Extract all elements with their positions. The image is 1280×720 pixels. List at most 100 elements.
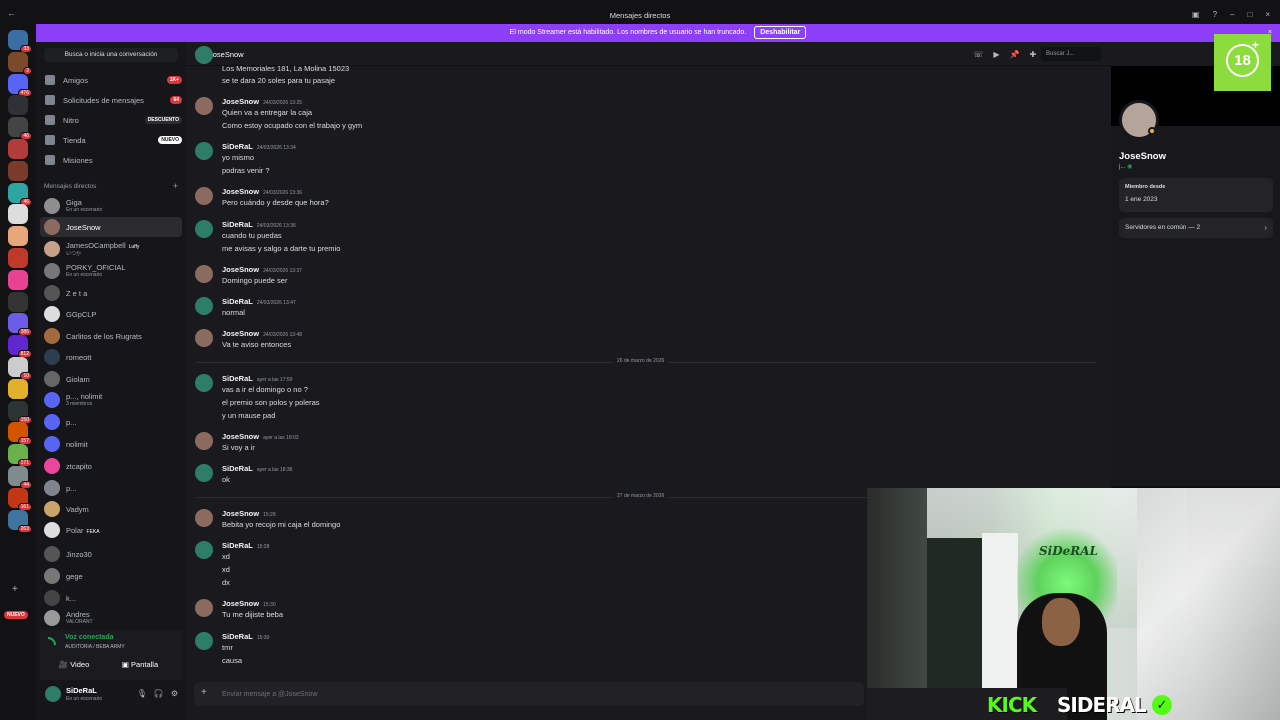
dm-item[interactable]: k... (40, 588, 182, 608)
server-icon[interactable]: 171 (8, 444, 32, 468)
search-input[interactable]: Buscar J... (1041, 47, 1101, 61)
screen-share-button[interactable]: ▣ Pantalla (110, 657, 170, 673)
dm-item[interactable]: GGpCLP (40, 304, 182, 324)
avatar[interactable] (195, 374, 213, 392)
message-author[interactable]: JoseSnow 24/03/2026 13:37 (222, 265, 302, 274)
add-attachment-icon[interactable]: + (201, 687, 207, 698)
dm-item[interactable]: JoseSnow (40, 217, 182, 237)
message-author[interactable]: JoseSnow 15:30 (222, 599, 276, 608)
server-icon[interactable]: 2 (8, 51, 32, 75)
message-author[interactable]: JoseSnow 15:28 (222, 509, 276, 518)
dm-item[interactable]: Z e t a (40, 283, 182, 303)
dm-item[interactable]: Jinzo30 (40, 544, 182, 564)
server-icon[interactable] (8, 378, 28, 399)
mutual-servers-card[interactable]: Servidores en común — 2 › (1119, 218, 1273, 238)
avatar[interactable] (195, 509, 213, 527)
nav-item-nitro[interactable]: Nitro DESCUENTO (40, 111, 182, 129)
message-author[interactable]: JoseSnow 24/03/2026 13:48 (222, 329, 302, 338)
add-friend-icon[interactable]: ✚ (1029, 50, 1036, 59)
server-icon[interactable]: 263 (8, 509, 32, 533)
dm-item[interactable]: p... (40, 412, 182, 432)
dm-item[interactable]: Polar FEKA (40, 520, 182, 540)
server-icon[interactable]: 46 (8, 182, 32, 206)
server-icon[interactable]: 46 (8, 117, 32, 141)
avatar[interactable] (45, 686, 61, 702)
avatar[interactable] (195, 220, 213, 238)
dm-item[interactable]: Giolam (40, 369, 182, 389)
message-author[interactable]: SiDeRaL 24/03/2026 13:36 (222, 220, 296, 229)
message-author[interactable]: SiDeRaL ayer a las 18:36 (222, 464, 292, 473)
video-button[interactable]: 🎥 Video (44, 657, 104, 673)
dm-item[interactable]: romeott (40, 347, 182, 367)
server-icon[interactable] (8, 95, 28, 116)
avatar[interactable] (195, 142, 213, 160)
microphone-icon[interactable]: 🎙 (137, 689, 147, 698)
avatar[interactable] (195, 329, 213, 347)
message-author[interactable]: SiDeRaL 15:30 (222, 632, 269, 641)
server-icon[interactable]: 10 (8, 357, 32, 380)
server-icon[interactable] (8, 226, 28, 247)
dm-item[interactable]: nolimit (40, 434, 182, 454)
message-author[interactable]: SiDeRaL 24/03/2026 13:34 (222, 142, 296, 151)
avatar[interactable] (1119, 100, 1159, 140)
dm-item[interactable]: Giga En un escenario (40, 196, 182, 216)
server-icon[interactable]: 476 (8, 73, 32, 97)
server-icon[interactable] (8, 204, 28, 225)
avatar[interactable] (195, 297, 213, 315)
message-author[interactable]: JoseSnow ayer a las 18:02 (222, 432, 299, 441)
server-icon[interactable] (8, 291, 28, 312)
message-author[interactable]: SiDeRaL 15:28 (222, 541, 269, 550)
avatar[interactable] (195, 464, 213, 482)
avatar[interactable] (195, 541, 213, 559)
disable-streamer-button[interactable]: Deshabilitar (754, 26, 807, 39)
server-icon[interactable]: 161 (8, 487, 32, 511)
phone-icon[interactable]: ☏ (973, 50, 983, 59)
gear-icon[interactable]: ⚙ (171, 689, 178, 698)
server-icon[interactable] (8, 248, 28, 268)
video-call-icon[interactable]: ▶ (993, 50, 999, 59)
server-icon[interactable]: 44 (8, 466, 32, 489)
message-author[interactable]: JoseSnow 24/03/2026 13:25 (222, 97, 302, 106)
nav-item-message-requests[interactable]: Solicitudes de mensajes 64 (40, 91, 182, 109)
headphones-icon[interactable]: 🎧 (154, 689, 164, 698)
dm-item[interactable]: p... (40, 478, 182, 498)
dm-item[interactable]: Carlitos de los Rugrats (40, 326, 182, 346)
server-icon[interactable] (8, 269, 28, 290)
pin-icon[interactable]: 📌 (1009, 50, 1019, 59)
message-author[interactable]: JoseSnow 24/03/2026 13:36 (222, 187, 302, 196)
server-icon[interactable]: 33 (8, 30, 32, 53)
server-icon[interactable] (8, 160, 28, 181)
nav-item-quests[interactable]: Misiones (40, 151, 182, 169)
avatar[interactable] (195, 265, 213, 283)
dm-item[interactable]: JamesOCampbell Luffy いつか (40, 239, 182, 259)
add-server-icon[interactable]: + (12, 584, 18, 595)
dm-item[interactable]: Andres VALORANT (40, 608, 182, 628)
dm-item[interactable]: gege (40, 566, 182, 586)
dm-item[interactable]: Vadym (40, 499, 182, 519)
server-icon[interactable]: 150 (8, 400, 32, 424)
dm-item[interactable]: PORKY_OFICIAL En un escenario (40, 261, 182, 281)
close-window-icon[interactable]: × (1265, 10, 1270, 19)
nav-item-friends[interactable]: Amigos 1K+ (40, 71, 182, 89)
avatar[interactable] (195, 599, 213, 617)
maximize-icon[interactable]: □ (1247, 10, 1252, 19)
avatar[interactable] (195, 97, 213, 115)
server-icon[interactable]: 386 (8, 313, 32, 337)
new-dm-icon[interactable]: + (173, 181, 178, 191)
message-author[interactable]: SiDeRaL 24/03/2026 13:47 (222, 297, 296, 306)
server-icon[interactable]: 157 (8, 422, 32, 446)
server-icon[interactable] (8, 139, 28, 159)
dm-item[interactable]: ztcapito (40, 456, 182, 476)
avatar[interactable] (195, 432, 213, 450)
dm-item[interactable]: p..., nolimit 3 miembros (40, 390, 182, 410)
minimize-icon[interactable]: – (1230, 10, 1234, 19)
inbox-icon[interactable]: ▣ (1192, 10, 1200, 19)
voice-channel[interactable]: AUDITORIA / BEBA ARMY (65, 644, 125, 650)
nav-item-shop[interactable]: Tienda NUEVO (40, 131, 182, 149)
avatar[interactable] (195, 632, 213, 650)
search-conversation-button[interactable]: Busca o inicia una conversación (44, 48, 178, 62)
server-icon[interactable]: 812 (8, 335, 32, 359)
avatar[interactable] (195, 187, 213, 205)
message-composer[interactable]: + Enviar mensaje a @JoseSnow (194, 682, 864, 706)
message-author[interactable]: SiDeRaL ayer a las 17:59 (222, 374, 292, 383)
